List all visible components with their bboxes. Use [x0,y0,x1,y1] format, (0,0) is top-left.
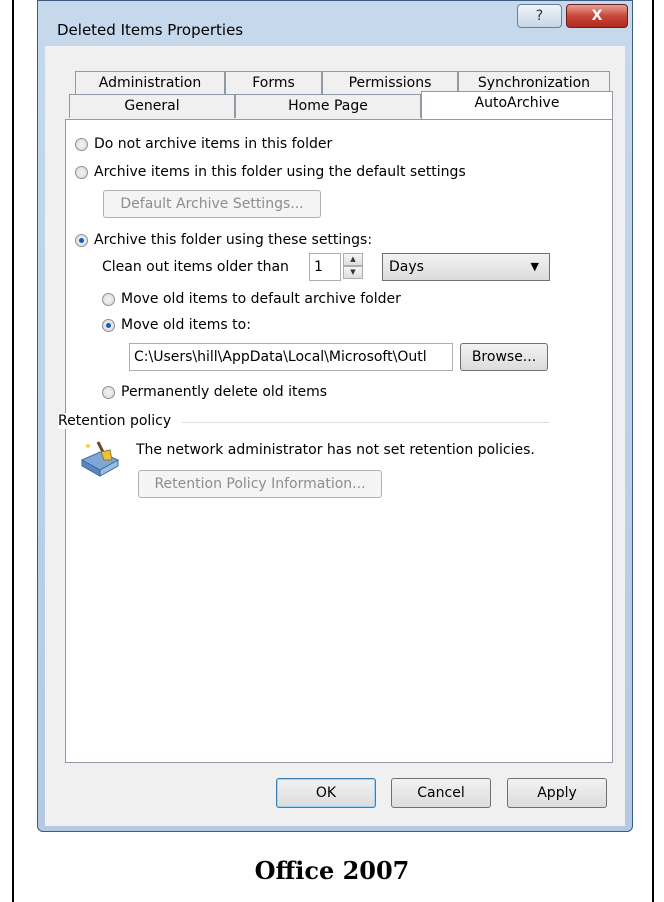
retention-group-label: Retention policy [58,413,176,429]
help-button[interactable]: ? [517,4,562,28]
tab-forms[interactable]: Forms [225,71,322,95]
tab-general[interactable]: General [69,94,235,118]
radio-move-default[interactable]: Move old items to default archive folder [102,291,401,307]
window-title: Deleted Items Properties [57,21,244,39]
age-value-input[interactable]: 1 [309,253,341,281]
dialog-client-area: Administration Forms Permissions Synchro… [45,46,625,826]
tab-home-page[interactable]: Home Page [235,94,421,118]
radio-circle [75,165,88,179]
retention-message: The network administrator has not set re… [136,442,535,458]
spin-up-icon[interactable]: ▲ [343,253,363,266]
retention-policy-info-button[interactable]: Retention Policy Information... [138,470,382,498]
radio-label: Archive this folder using these settings… [94,232,373,248]
page-border-right [652,0,654,902]
age-unit-select[interactable]: Days ▼ [382,253,550,281]
retention-group-divider [182,422,549,423]
radio-label: Do not archive items in this folder [94,136,333,152]
close-icon: X [591,8,603,24]
properties-dialog: Deleted Items Properties ? X Administrat… [37,0,633,832]
radio-circle [75,233,88,247]
autoarchive-panel: Do not archive items in this folder Arch… [58,119,613,763]
spin-down-icon[interactable]: ▼ [343,266,363,279]
radio-circle [75,137,88,151]
default-archive-settings-button[interactable]: Default Archive Settings... [103,190,321,218]
broom-folder-icon [78,438,122,478]
age-spinner[interactable]: ▲ ▼ [343,253,363,279]
radio-circle [102,318,115,332]
clean-out-label: Clean out items older than [102,259,289,275]
radio-no-archive[interactable]: Do not archive items in this folder [75,136,332,152]
radio-label: Permanently delete old items [121,384,328,400]
close-button[interactable]: X [566,4,628,28]
archive-path-input[interactable]: C:\Users\hill\AppData\Local\Microsoft\Ou… [129,343,453,371]
radio-custom-settings[interactable]: Archive this folder using these settings… [75,232,372,248]
help-icon: ? [535,8,544,24]
radio-label: Move old items to: [121,317,251,333]
ok-button[interactable]: OK [276,778,376,808]
radio-circle [102,292,115,306]
radio-circle [102,385,115,399]
age-unit-value: Days [389,259,424,275]
radio-permanently-delete[interactable]: Permanently delete old items [102,384,327,400]
radio-label: Move old items to default archive folder [121,291,401,307]
cancel-button[interactable]: Cancel [391,778,491,808]
tab-autoarchive[interactable]: AutoArchive [421,91,613,119]
page-border-left [12,0,14,902]
browse-button[interactable]: Browse... [460,343,548,371]
radio-move-to[interactable]: Move old items to: [102,317,251,333]
radio-default-settings[interactable]: Archive items in this folder using the d… [75,164,466,180]
apply-button[interactable]: Apply [507,778,607,808]
radio-label: Archive items in this folder using the d… [94,164,466,180]
caption: Office 2007 [254,856,410,885]
tab-administration[interactable]: Administration [75,71,225,95]
title-bar[interactable]: Deleted Items Properties ? X [38,1,632,45]
dropdown-arrow-icon: ▼ [530,260,539,273]
